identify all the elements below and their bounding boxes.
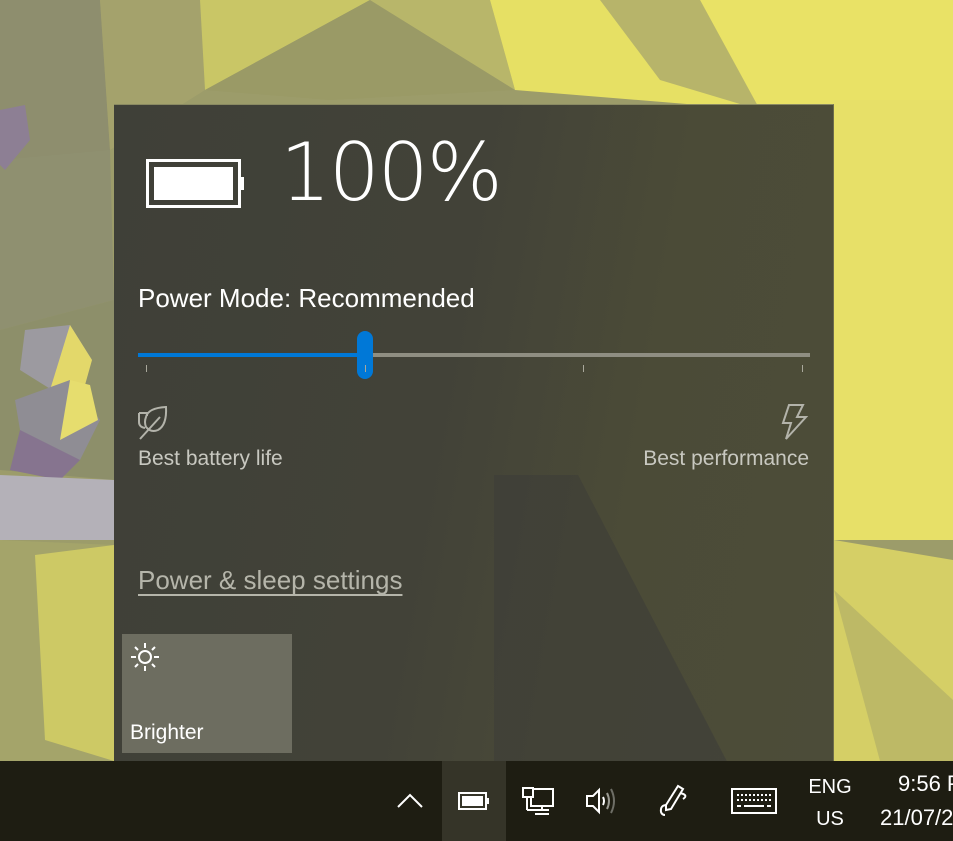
- windows-ink-button[interactable]: [634, 761, 714, 841]
- battery-full-icon: [146, 159, 246, 211]
- slider-tick: [802, 365, 803, 372]
- keyboard-layout-code: US: [816, 808, 844, 830]
- keyboard-icon: [731, 787, 777, 815]
- battery-flyout: 100% Power Mode: Recommended Best batter…: [114, 104, 834, 761]
- slider-track-fill: [138, 353, 365, 357]
- power-sleep-settings-link[interactable]: Power & sleep settings: [138, 565, 402, 596]
- power-mode-slider[interactable]: [138, 331, 810, 381]
- pen-icon: [656, 783, 692, 819]
- battery-percentage: 100%: [280, 126, 503, 219]
- chevron-up-icon: [395, 791, 425, 811]
- power-mode-label: Power Mode: Recommended: [138, 283, 475, 313]
- brighter-label: Brighter: [130, 721, 204, 744]
- slider-tick: [364, 365, 366, 372]
- brightness-quick-action[interactable]: Brighter: [122, 634, 292, 753]
- slider-tick: [146, 365, 147, 372]
- leaf-icon: [136, 405, 172, 441]
- input-language-indicator[interactable]: ENG US: [800, 761, 860, 841]
- best-battery-life-label: Best battery life: [138, 447, 283, 470]
- battery-tray-button[interactable]: [442, 761, 506, 841]
- clock-date: 21/07/2: [880, 805, 953, 830]
- lightning-icon: [776, 403, 810, 441]
- show-hidden-icons-button[interactable]: [378, 761, 442, 841]
- taskbar: ENG US 9:56 P 21/07/2: [0, 761, 953, 841]
- panel-shading: [494, 475, 734, 761]
- touch-keyboard-button[interactable]: [714, 761, 794, 841]
- best-performance-label: Best performance: [643, 447, 809, 470]
- network-tray-button[interactable]: [506, 761, 570, 841]
- clock-time: 9:56 P: [898, 771, 953, 796]
- language-code: ENG: [808, 776, 852, 798]
- battery-status: [146, 145, 246, 225]
- network-ethernet-icon: [521, 786, 555, 816]
- clock[interactable]: 9:56 P 21/07/2: [872, 761, 953, 841]
- volume-tray-button[interactable]: [570, 761, 634, 841]
- speaker-icon: [584, 786, 620, 816]
- battery-icon: [458, 791, 490, 811]
- sun-icon: [130, 642, 160, 672]
- slider-tick: [583, 365, 585, 372]
